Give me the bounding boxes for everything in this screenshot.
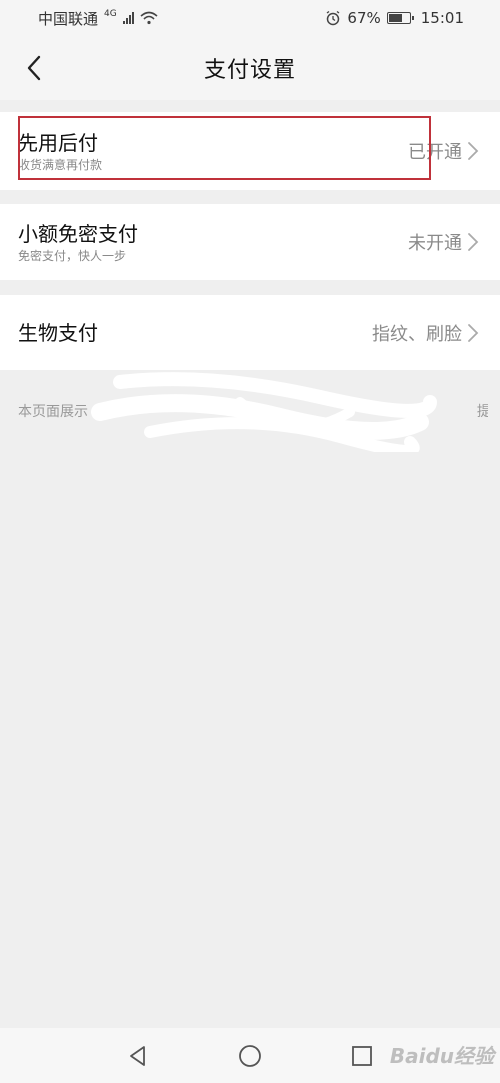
status-bar: 中国联通 4G 67% 15:01 <box>0 0 500 36</box>
network-type: 4G <box>104 9 117 19</box>
status-left: 中国联通 4G <box>38 8 158 29</box>
row-text: 小额免密支付 免密支付，快人一步 <box>18 221 138 264</box>
settings-row-pay-later[interactable]: 先用后付 收货满意再付款 已开通 <box>0 112 500 190</box>
signal-icon <box>122 12 134 24</box>
row-title: 小额免密支付 <box>18 221 138 246</box>
row-status-value: 已开通 <box>408 142 462 163</box>
chevron-right-icon <box>468 142 479 160</box>
row-title: 先用后付 <box>18 130 98 155</box>
footer-note-start: 本页面展示 <box>18 404 88 420</box>
carrier-name: 中国联通 <box>38 9 99 28</box>
footer-note: 本页面展示 提供 <box>18 401 488 421</box>
settings-row-password-free-payment[interactable]: 小额免密支付 免密支付，快人一步 未开通 <box>0 204 500 280</box>
system-recents-button[interactable] <box>342 1036 382 1076</box>
battery-fill <box>388 14 403 22</box>
square-recents-icon <box>352 1045 372 1066</box>
chevron-right-icon <box>468 233 479 251</box>
system-home-button[interactable] <box>230 1036 270 1076</box>
system-back-button[interactable] <box>118 1036 158 1076</box>
alarm-clock-icon <box>327 10 340 26</box>
row-title: 生物支付 <box>18 320 98 345</box>
clock-time: 15:01 <box>420 9 464 27</box>
row-right: 已开通 <box>408 138 480 164</box>
row-status-value: 未开通 <box>408 233 462 254</box>
row-subtitle: 免密支付，快人一步 <box>18 248 127 263</box>
chevron-right-icon <box>468 323 479 342</box>
navigation-bar: 支付设置 <box>0 36 500 100</box>
battery-percent: 67% <box>347 9 381 27</box>
row-subtitle: 收货满意再付款 <box>18 157 103 172</box>
page-title: 支付设置 <box>203 58 296 83</box>
system-navigation-bar <box>0 1028 500 1083</box>
triangle-back-icon <box>130 1045 145 1066</box>
chevron-left-icon <box>27 55 41 81</box>
row-text: 先用后付 收货满意再付款 <box>18 130 102 173</box>
footer-note-end: 提供 <box>476 404 488 420</box>
row-text: 生物支付 <box>18 320 98 346</box>
row-right: 指纹、刷脸 <box>372 320 480 346</box>
back-button[interactable] <box>16 50 52 86</box>
settings-row-biometric-payment[interactable]: 生物支付 指纹、刷脸 <box>0 295 500 370</box>
status-right: 67% 15:01 <box>325 9 464 27</box>
wifi-icon <box>140 11 158 25</box>
row-status-value: 指纹、刷脸 <box>372 323 462 345</box>
battery-icon <box>386 12 414 24</box>
row-right: 未开通 <box>408 229 480 255</box>
circle-home-icon <box>239 1044 261 1067</box>
